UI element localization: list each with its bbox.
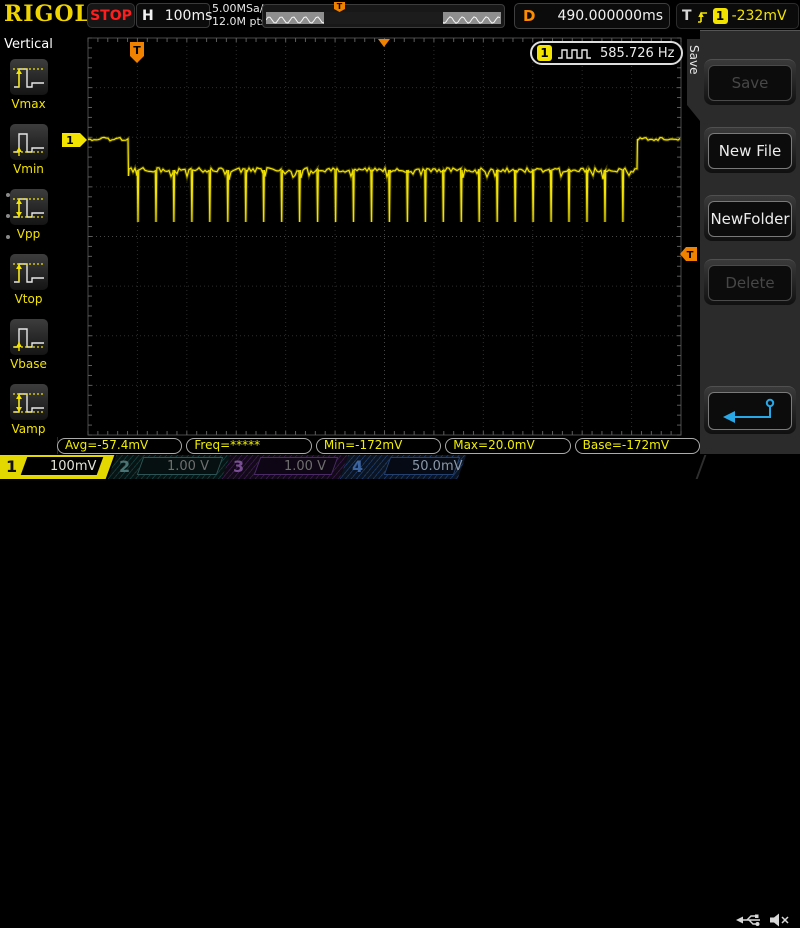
menu-title: Vertical [4,37,53,52]
vamp-icon [8,383,49,421]
new-file-button[interactable]: New File [708,133,792,169]
ch1-position-marker-label: 1 [66,134,74,147]
left-measure-menu: Vertical Vmax Vmin Vpp Vtop Vbase Vamp [0,30,58,454]
trigger-box[interactable]: T 1 -232mV [676,3,799,29]
measurement-max: Max=20.0mV [445,438,571,454]
trigger-label: T [682,8,692,24]
delay-value: 490.000000ms [557,8,663,24]
menu-item-label: Vbase [10,357,47,371]
menu-item-vtop[interactable]: Vtop [0,253,57,306]
vmax-icon [8,58,49,96]
trigger-level-value: -232mV [731,8,787,24]
memory-depth: 12.0M pts [212,15,267,28]
channel2-scale[interactable]: 1.00 V [167,459,209,474]
display-window-region [324,12,443,24]
trigger-level-marker-label: T [687,250,694,261]
delete-button[interactable]: Delete [708,265,792,301]
horizontal-label: H [142,7,154,24]
menu-tab-label: Save [687,45,701,75]
menu-item-label: Vtop [14,292,43,306]
softkey-new-file[interactable]: New File [704,127,796,173]
vpp-icon [8,188,49,226]
trigger-position-flag-label: T [133,44,141,57]
scroll-dot [6,235,10,239]
graticule-and-trace: 1 T T [62,37,697,436]
menu-item-vmin[interactable]: Vmin [0,123,57,176]
measurement-results-bar: Avg=-57.4mV Freq=***** Min=-172mV Max=20… [57,438,701,454]
rising-edge-icon [697,11,707,23]
top-status-bar: RIGOL STOP H 100ms 5.00MSa/s 12.0M pts T… [0,0,800,30]
delay-box[interactable]: D 490.000000ms [514,3,670,29]
counter-channel-badge: 1 [537,45,552,61]
screen-center-marker [378,39,390,47]
measurement-min: Min=-172mV [315,438,442,454]
channel3-scale[interactable]: 1.00 V [284,459,326,474]
softkey-back[interactable] [704,386,796,434]
frequency-counter: 1 585.726 Hz [530,41,683,65]
channel2-number[interactable]: 2 [119,457,130,476]
menu-item-vbase[interactable]: Vbase [0,318,57,371]
usb-icon [736,914,760,926]
channel1-scale[interactable]: 100mV [50,459,96,474]
vtop-icon [8,253,49,291]
oscilloscope-screen: { "header": { "logo": "RIGOL", "run_stat… [0,0,800,927]
sample-rate: 5.00MSa/s [212,2,270,15]
segment-divider [695,455,707,479]
vmin-icon [8,123,49,161]
softkey-new-folder[interactable]: NewFolder [704,195,796,241]
save-button[interactable]: Save [708,65,792,101]
timebase-value: 100ms [164,7,213,24]
scroll-dot [6,214,10,218]
menu-item-vmax[interactable]: Vmax [0,58,57,111]
menu-item-label: Vmin [13,162,44,176]
channel1-number[interactable]: 1 [6,457,17,476]
status-icons [736,912,790,928]
speaker-muted-icon [770,913,789,927]
measurement-freq: Freq=***** [186,438,312,454]
horizontal-timebase-box[interactable]: H 100ms [136,3,213,28]
memory-waveform-preview: T [262,2,505,28]
channel-status-bar: 1 100mV 2 1.00 V 3 1.00 V 4 50.0mV [0,454,800,927]
acquisition-info: 5.00MSa/s 12.0M pts [212,2,269,28]
channel4-scale[interactable]: 50.0mV [412,459,463,474]
square-wave-icon [558,48,591,59]
menu-item-label: Vmax [11,97,46,111]
delay-label: D [523,7,536,25]
scroll-dot [6,193,10,197]
right-soft-menu: Save Save New File NewFolder Delete [700,30,800,454]
channel4-number[interactable]: 4 [352,457,363,476]
memory-strip [266,12,501,24]
menu-item-vamp[interactable]: Vamp [0,383,57,436]
menu-item-label: Vamp [11,422,46,436]
back-button[interactable] [708,392,792,430]
measurement-avg: Avg=-57.4mV [57,438,183,454]
rigol-logo: RIGOL [4,1,91,27]
softkey-save[interactable]: Save [704,59,796,105]
softkey-delete[interactable]: Delete [704,259,796,305]
measurement-base: Base=-172mV [574,438,701,454]
trigger-source-badge: 1 [712,8,728,24]
preview-trigger-marker: T [334,2,345,12]
channel3-number[interactable]: 3 [233,457,244,476]
new-folder-button[interactable]: NewFolder [708,201,792,237]
return-arrow-icon [723,398,775,423]
waveform-display: 1 T T 1 585.726 Hz [57,30,697,437]
run-state-badge[interactable]: STOP [87,3,135,28]
vbase-icon [8,318,49,356]
counter-frequency-value: 585.726 Hz [600,45,675,61]
